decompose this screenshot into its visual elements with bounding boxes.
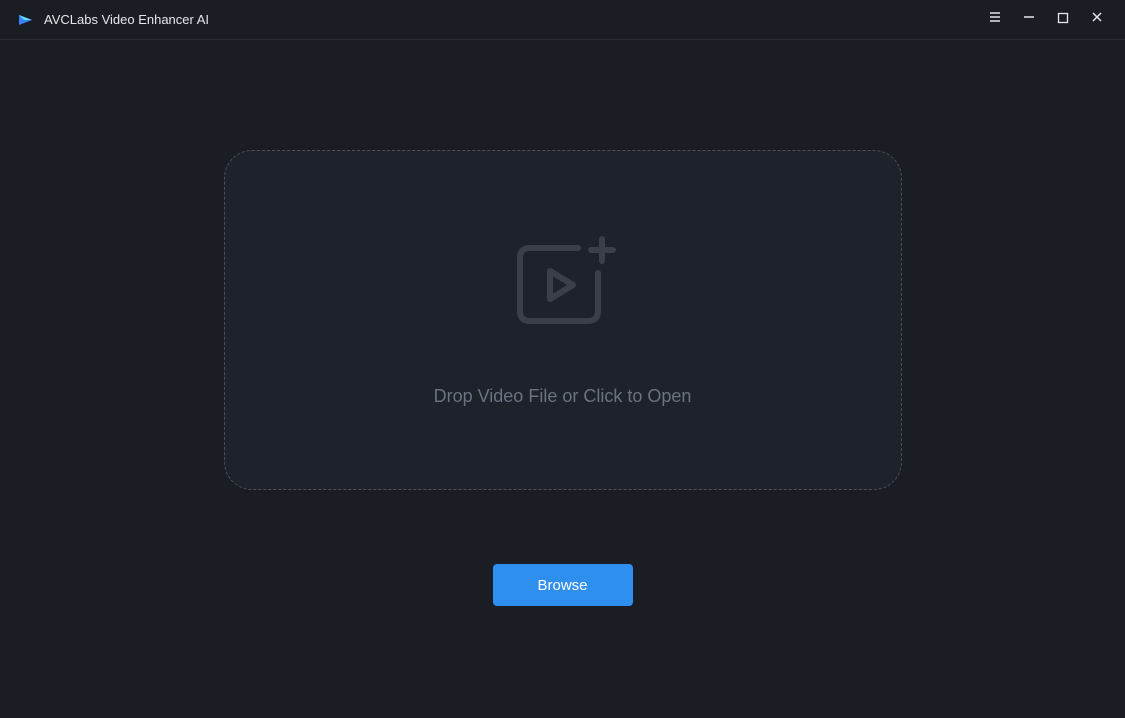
minimize-button[interactable]	[1013, 4, 1045, 36]
close-icon	[1090, 10, 1104, 29]
drop-zone[interactable]: Drop Video File or Click to Open	[224, 150, 902, 490]
app-title: AVCLabs Video Enhancer AI	[44, 12, 209, 27]
app-logo-icon	[16, 10, 36, 30]
browse-button-label: Browse	[537, 577, 587, 594]
drop-zone-text: Drop Video File or Click to Open	[434, 386, 692, 407]
browse-button[interactable]: Browse	[493, 564, 633, 606]
minimize-icon	[1022, 10, 1036, 29]
close-button[interactable]	[1081, 4, 1113, 36]
titlebar-controls	[979, 4, 1113, 36]
maximize-icon	[1057, 11, 1069, 29]
titlebar-left: AVCLabs Video Enhancer AI	[16, 10, 209, 30]
menu-icon	[988, 10, 1002, 29]
main-area: Drop Video File or Click to Open Browse	[0, 40, 1125, 718]
video-add-icon	[508, 233, 618, 338]
menu-button[interactable]	[979, 4, 1011, 36]
maximize-button[interactable]	[1047, 4, 1079, 36]
titlebar: AVCLabs Video Enhancer AI	[0, 0, 1125, 40]
